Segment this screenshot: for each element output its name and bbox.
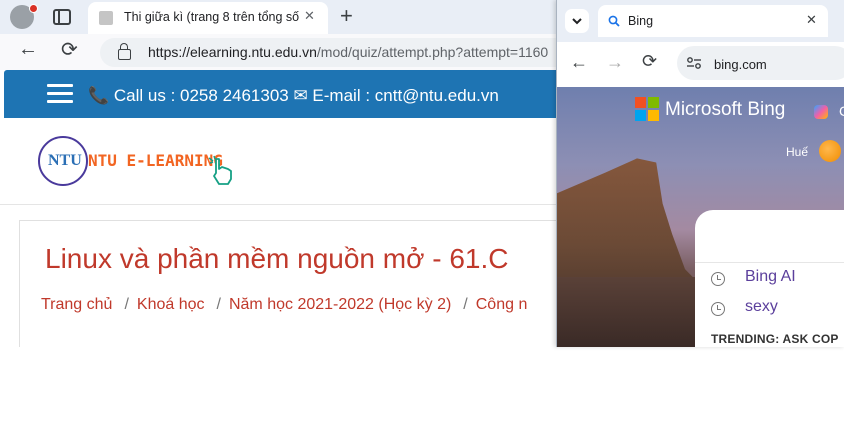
site-settings-icon[interactable] [686,56,702,70]
breadcrumb-year[interactable]: Năm học 2021-2022 (Học kỳ 2) [229,296,451,313]
chevron-down-icon [572,18,582,25]
contact-info: 📞 Call us : 0258 2461303 ✉ E-mail : cntt… [88,86,499,105]
menu-icon[interactable] [47,84,73,104]
lock-icon[interactable] [118,43,131,60]
back-button[interactable]: ← [570,52,588,73]
weather-sun-icon[interactable] [819,140,841,162]
url-text: https://elearning.ntu.edu.vn/mod/quiz/at… [148,44,549,60]
divider [695,262,844,263]
tab-search-button[interactable] [565,9,589,33]
navigation-toolbar: ← → ⟳ bing.com [557,42,844,87]
notification-dot [29,4,38,13]
page-favicon-icon [99,11,113,25]
copilot-icon[interactable] [814,105,828,119]
tab-title: Bing [628,14,654,28]
tab-actions-icon[interactable] [53,9,71,25]
ntu-logo-icon[interactable]: NTU [38,136,88,186]
logo-text[interactable]: NTU E-LEARNING [88,151,223,170]
history-icon [711,272,725,286]
breadcrumb-home[interactable]: Trang chủ [41,296,112,313]
suggestion-item[interactable]: sexy [745,298,778,316]
logo-mark: NTU [48,152,82,169]
breadcrumb-category[interactable]: Công n [476,296,528,313]
tab-close-icon[interactable]: ✕ [304,8,315,24]
bing-browser-window: Bing ✕ ← → ⟳ bing.com Microsoft Bing C H… [556,0,844,347]
forward-button[interactable]: → [606,52,624,73]
reload-button[interactable]: ⟳ [642,51,657,72]
course-title: Linux và phần mềm nguồn mở - 61.C [45,243,509,274]
breadcrumb-courses[interactable]: Khoá học [137,296,205,313]
breadcrumb: Trang chủ / Khoá học / Năm học 2021-2022 (Họ… [41,296,528,313]
location-label[interactable]: Huế [786,145,808,159]
trending-label[interactable]: TRENDING: ASK COP [711,332,839,346]
search-icon [608,15,620,27]
search-suggestions-panel: Bing AI sexy TRENDING: ASK COP [695,210,844,347]
history-icon [711,302,725,316]
tab-quiz[interactable]: Thi giữa kì (trang 8 trên tổng số 1 ✕ [88,2,328,34]
pointer-hand-icon [208,155,232,185]
suggestion-item[interactable]: Bing AI [745,268,796,286]
tab-bing[interactable]: Bing ✕ [598,5,828,37]
tab-close-icon[interactable]: ✕ [806,12,817,28]
tab-title: Thi giữa kì (trang 8 trên tổng số 1 [124,10,299,24]
new-tab-button[interactable]: + [340,3,353,29]
url-text: bing.com [714,57,767,72]
microsoft-logo-icon[interactable] [635,97,659,121]
reload-button[interactable]: ⟳ [61,37,78,62]
address-bar[interactable]: bing.com [677,46,844,80]
copilot-label[interactable]: C [839,103,844,119]
bing-brand[interactable]: Microsoft Bing [665,99,785,121]
back-button[interactable]: ← [18,38,38,61]
